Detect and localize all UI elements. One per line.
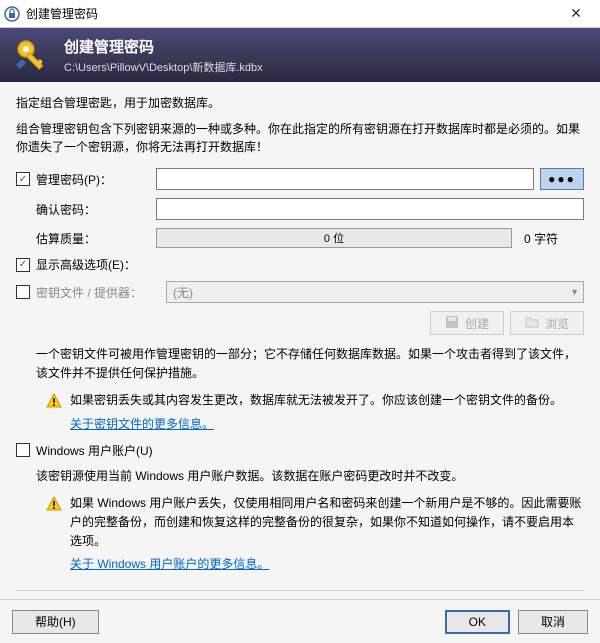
browse-keyfile-button: 浏览 [510,311,584,335]
help-button[interactable]: 帮助(H) [12,610,99,634]
header-title: 创建管理密码 [64,36,263,57]
show-advanced-label: 显示高级选项(E)： [36,256,136,273]
save-icon [445,315,459,332]
close-button[interactable]: ✕ [556,0,596,28]
window-title: 创建管理密码 [26,5,556,22]
header-path: C:\Users\PillowV\Desktop\新数据库.kdbx [64,59,263,75]
warning-icon [46,393,62,409]
master-password-input[interactable] [156,168,534,190]
char-count: 0 字符 [524,230,584,247]
chevron-down-icon: ▼ [570,287,579,297]
intro-line1: 指定组合管理密匙，用于加密数据库。 [16,94,584,112]
quality-value: 0 位 [324,230,344,246]
keyfile-info-link[interactable]: 关于密钥文件的更多信息。 [70,415,214,432]
app-lock-icon [4,6,20,22]
confirm-password-input[interactable] [156,198,584,220]
keyfile-label: 密钥文件 / 提供器： [36,284,166,301]
footer: 帮助(H) OK 取消 [0,599,600,643]
winuser-warn: 如果 Windows 用户账户丢失，仅使用相同用户名和密码来创建一个新用户是不够… [70,494,584,552]
windows-user-checkbox[interactable] [16,443,30,457]
keyfile-combo-value: (无) [173,284,193,301]
warning-icon [46,496,62,512]
keyfile-combo[interactable]: (无) ▼ [166,281,584,303]
windows-user-label: Windows 用户账户(U) [36,442,153,459]
folder-open-icon [525,315,539,332]
keyfile-desc: 一个密钥文件可被用作管理密钥的一部分；它不存储任何数据库数据。如果一个攻击者得到… [36,345,584,383]
quality-label: 估算质量： [16,230,156,247]
content-area: 指定组合管理密匙，用于加密数据库。 组合管理密钥包含下列密钥来源的一种或多种。你… [0,82,600,599]
show-advanced-checkbox[interactable] [16,258,30,272]
intro-line2: 组合管理密钥包含下列密钥来源的一种或多种。你在此指定的所有密钥源在打开数据库时都… [16,120,584,156]
quality-meter: 0 位 [156,228,512,248]
ok-button[interactable]: OK [445,610,510,634]
winuser-info-link[interactable]: 关于 Windows 用户账户的更多信息。 [70,555,269,572]
master-password-checkbox[interactable] [16,172,30,186]
key-icon [12,35,52,75]
divider [16,590,584,591]
master-password-label: 管理密码(P)： [36,171,156,188]
cancel-button[interactable]: 取消 [518,610,588,634]
confirm-password-label: 确认密码： [16,201,156,218]
reveal-password-button[interactable]: ●●● [540,168,584,190]
keyfile-warn: 如果密钥丢失或其内容发生更改，数据库就无法被发开了。你应该创建一个密钥文件的备份… [70,391,562,410]
keyfile-checkbox[interactable] [16,285,30,299]
winuser-desc: 该密钥源使用当前 Windows 用户账户数据。该数据在账户密码更改时并不改变。 [36,467,584,486]
create-keyfile-button: 创建 [430,311,504,335]
header-banner: 创建管理密码 C:\Users\PillowV\Desktop\新数据库.kdb… [0,28,600,82]
titlebar: 创建管理密码 ✕ [0,0,600,28]
